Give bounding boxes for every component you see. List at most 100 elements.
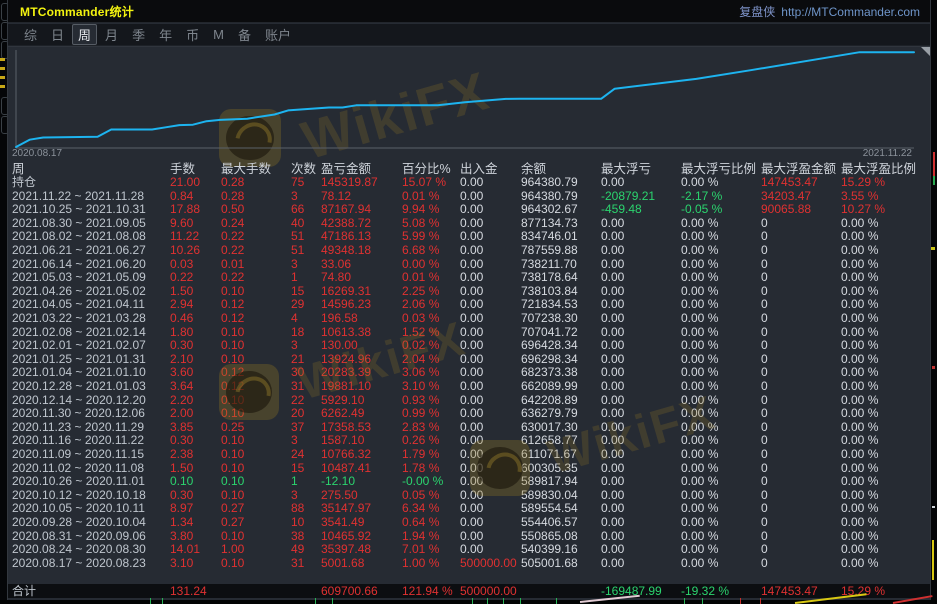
cell: -20879.21 <box>601 190 655 204</box>
cell: 500000.00 <box>460 584 517 598</box>
period-menu: 综日周月季年币M备账户 <box>8 24 930 46</box>
resize-grip-icon[interactable] <box>921 47 930 56</box>
title-bar[interactable]: MTCommander统计 复盘侠http://MTCommander.com <box>8 0 930 23</box>
cell: 550865.08 <box>521 530 578 544</box>
cell: 0.22 <box>221 271 244 285</box>
table-row[interactable]: 2021.01.04 ~ 2021.01.103.600.123020283.3… <box>8 366 930 380</box>
table-row[interactable]: 持仓21.000.2875145319.8715.07 %0.00964380.… <box>8 176 930 190</box>
table-row[interactable]: 2020.11.02 ~ 2020.11.081.500.101510487.4… <box>8 462 930 476</box>
cell: 0.10 <box>221 462 244 476</box>
table-row[interactable]: 2021.08.30 ~ 2021.09.059.600.244042388.7… <box>8 217 930 231</box>
cell: 636279.79 <box>521 407 578 421</box>
table-row[interactable]: 2020.08.31 ~ 2020.09.063.800.103810465.9… <box>8 530 930 544</box>
table-row[interactable]: 2021.02.01 ~ 2021.02.070.300.103130.000.… <box>8 339 930 353</box>
cell: 88 <box>291 502 304 516</box>
cell: 2021.08.02 ~ 2021.08.08 <box>12 230 146 244</box>
cell: 0.00 % <box>841 407 878 421</box>
cell: 1.00 <box>221 543 244 557</box>
cell: 0.01 <box>221 258 244 272</box>
cell: 0.03 <box>170 258 193 272</box>
cell: 0.00 % <box>681 176 718 190</box>
cell: 2021.02.01 ~ 2021.02.07 <box>12 339 146 353</box>
cell: 21.00 <box>170 176 200 190</box>
cell: 0.00 <box>601 394 624 408</box>
clipped-yellow-text <box>0 58 5 61</box>
table-row[interactable]: 2021.05.03 ~ 2021.05.090.220.22174.800.0… <box>8 271 930 285</box>
cell: 20 <box>291 407 304 421</box>
cell: 0.00 % <box>841 448 878 462</box>
table-row[interactable]: 2021.02.08 ~ 2021.02.141.800.101810613.3… <box>8 326 930 340</box>
table-row[interactable]: 2020.12.28 ~ 2021.01.033.640.123119881.1… <box>8 380 930 394</box>
table-row[interactable]: 2020.11.09 ~ 2020.11.152.380.102410766.3… <box>8 448 930 462</box>
menu-item-M[interactable]: M <box>207 26 230 43</box>
table-row[interactable]: 2020.08.24 ~ 2020.08.3014.011.004935397.… <box>8 543 930 557</box>
cell: 10.26 <box>170 244 200 258</box>
cell: 2020.11.02 ~ 2020.11.08 <box>12 462 144 476</box>
table-row[interactable]: 2020.10.26 ~ 2020.11.010.100.101-12.10-0… <box>8 475 930 489</box>
cell: 0.05 % <box>402 489 439 503</box>
menu-item-币[interactable]: 币 <box>180 24 205 45</box>
clipped-yellow-text <box>0 76 5 79</box>
table-row[interactable]: 2020.10.05 ~ 2020.10.118.970.278835147.9… <box>8 502 930 516</box>
table-row[interactable]: 2021.06.14 ~ 2021.06.200.030.01333.060.0… <box>8 258 930 272</box>
table-row[interactable]: 2020.11.30 ~ 2020.12.062.000.10206262.49… <box>8 407 930 421</box>
cell: 0 <box>761 407 768 421</box>
table-row[interactable]: 2020.11.16 ~ 2020.11.220.300.1031587.100… <box>8 434 930 448</box>
table-row[interactable]: 2020.10.12 ~ 2020.10.180.300.103275.500.… <box>8 489 930 503</box>
cell: 0.00 % <box>681 530 718 544</box>
cell: 2021.11.22 ~ 2021.11.28 <box>12 190 144 204</box>
cell: 145319.87 <box>321 176 378 190</box>
cell: 0.10 <box>221 434 244 448</box>
cell: 0.00 % <box>841 489 878 503</box>
cell: 1.00 % <box>402 557 439 571</box>
cell: 0.00 % <box>841 244 878 258</box>
cell: 5001.68 <box>321 557 364 571</box>
cell: 0 <box>761 502 768 516</box>
menu-item-综[interactable]: 综 <box>18 24 43 45</box>
table-row[interactable]: 2020.12.14 ~ 2020.12.202.200.10225929.10… <box>8 394 930 408</box>
cell: 17358.53 <box>321 421 371 435</box>
table-row[interactable]: 2021.08.02 ~ 2021.08.0811.220.225147186.… <box>8 230 930 244</box>
cell: 0.00 % <box>681 285 718 299</box>
menu-item-账户[interactable]: 账户 <box>259 24 297 45</box>
table-row[interactable]: 2021.10.25 ~ 2021.10.3117.880.506687167.… <box>8 203 930 217</box>
cell: 2020.12.14 ~ 2020.12.20 <box>12 394 146 408</box>
clipped-red-mark <box>932 366 935 369</box>
cell: 0.00 % <box>681 230 718 244</box>
cell: 0.00 <box>601 557 624 571</box>
cell: 2021.01.25 ~ 2021.01.31 <box>12 353 146 367</box>
cell: 0.00 <box>601 353 624 367</box>
cell: 0.93 % <box>402 394 439 408</box>
cell: 0.00 % <box>841 394 878 408</box>
table-row[interactable]: 2021.03.22 ~ 2021.03.280.460.124196.580.… <box>8 312 930 326</box>
candle-wick <box>684 598 685 604</box>
menu-item-季[interactable]: 季 <box>126 24 151 45</box>
cell: 0 <box>761 298 768 312</box>
equity-curve-chart <box>8 47 930 157</box>
cell: 0.10 <box>170 475 193 489</box>
cell: 2.20 <box>170 394 193 408</box>
table-row[interactable]: 2020.08.17 ~ 2020.08.233.100.10315001.68… <box>8 557 930 571</box>
cell: 147453.47 <box>761 584 818 598</box>
wikifx-watermark-logo-icon <box>219 364 279 420</box>
table-row[interactable]: 2021.06.21 ~ 2021.06.2710.260.225149348.… <box>8 244 930 258</box>
menu-item-周[interactable]: 周 <box>72 24 97 45</box>
total-row[interactable]: 合计131.24609700.66121.94 %500000.00-16948… <box>8 584 930 598</box>
cell: 738211.70 <box>521 258 577 272</box>
menu-item-年[interactable]: 年 <box>153 24 178 45</box>
table-row[interactable]: 2021.04.26 ~ 2021.05.021.500.101516269.3… <box>8 285 930 299</box>
table-row[interactable]: 2021.11.22 ~ 2021.11.280.840.28378.120.0… <box>8 190 930 204</box>
cell: 787559.88 <box>521 244 578 258</box>
table-row[interactable]: 2020.11.23 ~ 2020.11.293.850.253717358.5… <box>8 421 930 435</box>
menu-item-月[interactable]: 月 <box>99 24 124 45</box>
cell: 2021.08.30 ~ 2021.09.05 <box>12 217 146 231</box>
table-row[interactable]: 2021.04.05 ~ 2021.04.112.940.122914596.2… <box>8 298 930 312</box>
cell: 15.07 % <box>402 176 446 190</box>
table-row[interactable]: 2020.09.28 ~ 2020.10.041.340.27103541.49… <box>8 516 930 530</box>
cell: 10465.92 <box>321 530 371 544</box>
cell: 0.00 % <box>841 434 878 448</box>
menu-item-备[interactable]: 备 <box>232 24 257 45</box>
cell: 500000.00 <box>460 557 517 571</box>
cell: 0.00 <box>460 421 483 435</box>
menu-item-日[interactable]: 日 <box>45 24 70 45</box>
